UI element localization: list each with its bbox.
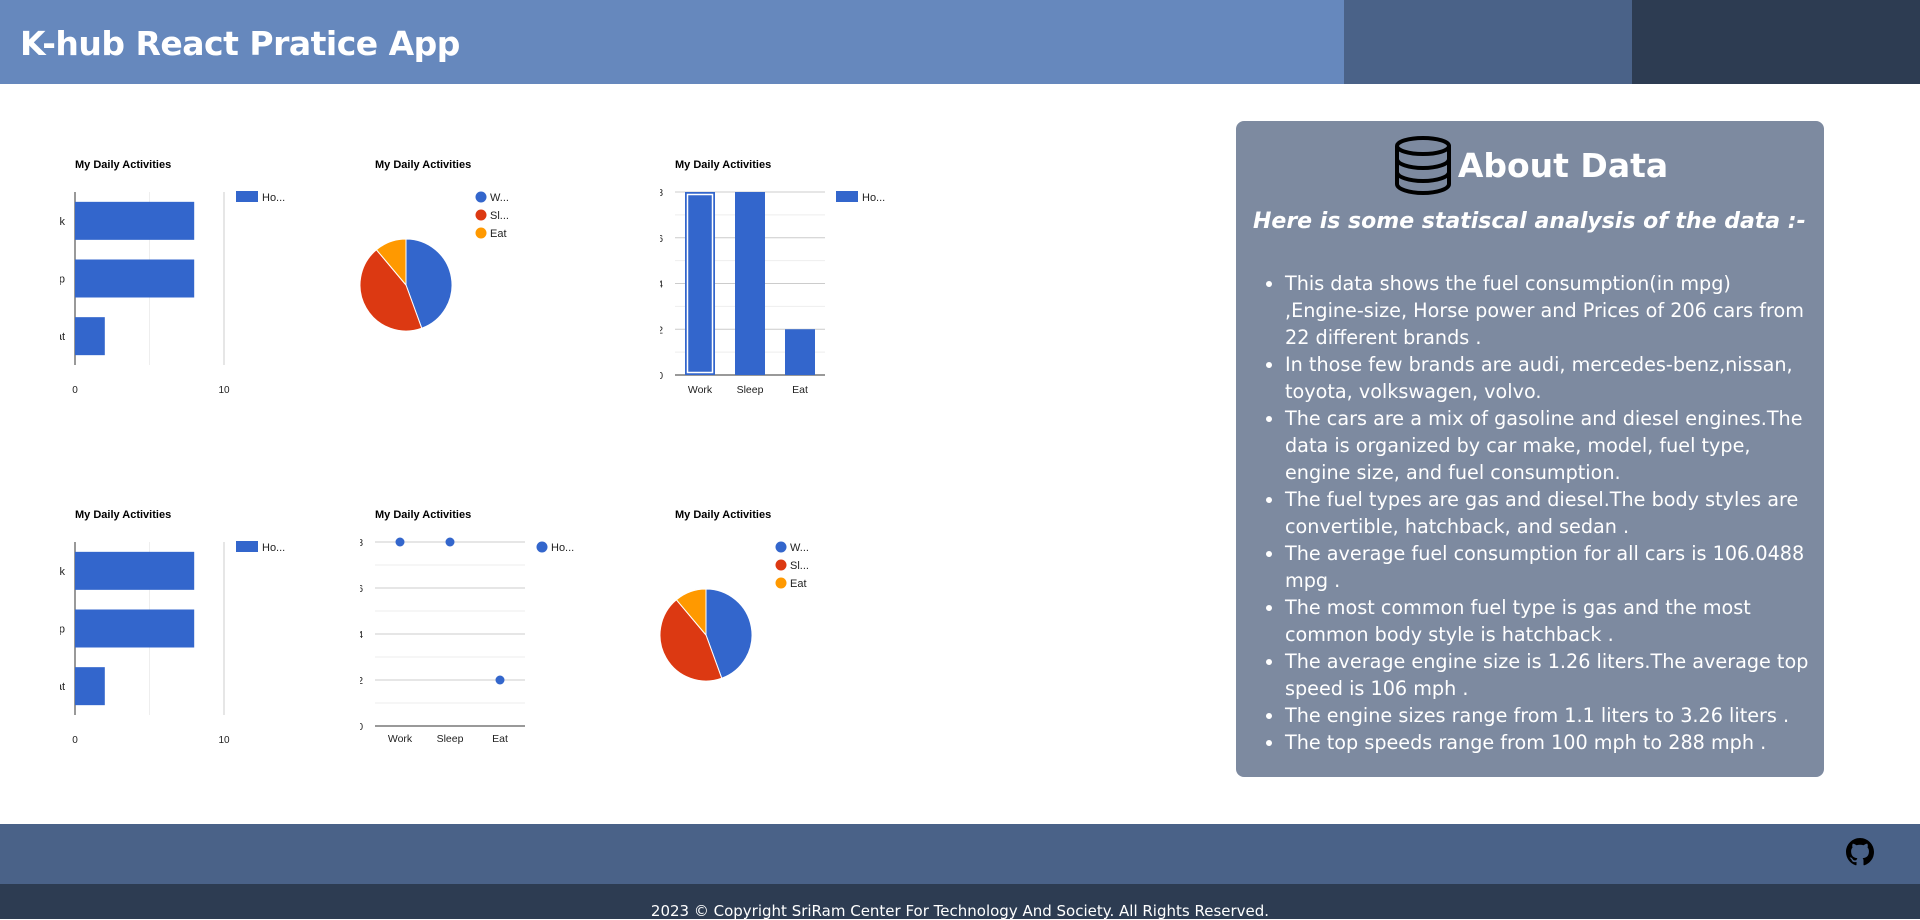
tick-label: 6 bbox=[660, 234, 663, 245]
bar bbox=[75, 551, 195, 590]
about-subtitle: Here is some statiscal analysis of the d… bbox=[1253, 209, 1806, 234]
category-label: Work bbox=[60, 216, 65, 228]
about-data-card: About Data Here is some statiscal analys… bbox=[1236, 121, 1824, 777]
legend-swatch bbox=[475, 227, 487, 239]
legend-label: Ho... bbox=[262, 542, 285, 554]
tick-label: 8 bbox=[660, 188, 663, 199]
legend-label: Eat bbox=[490, 228, 507, 240]
data-point bbox=[395, 537, 405, 547]
legend-swatch bbox=[775, 577, 787, 589]
header-right-segment bbox=[1632, 0, 1920, 84]
copyright-text: 2023 © Copyright SriRam Center For Techn… bbox=[650, 902, 1270, 920]
github-icon[interactable] bbox=[1846, 838, 1874, 866]
category-label: Eat bbox=[60, 331, 65, 343]
about-title: About Data bbox=[1457, 145, 1669, 185]
chart-title: My Daily Activities bbox=[75, 159, 171, 171]
bar-chart-horizontal-2[interactable]: My Daily Activities Work Sleep Eat 0 10 Ho... bbox=[60, 500, 360, 800]
legend-swatch bbox=[536, 541, 548, 553]
category-label: Work bbox=[60, 566, 65, 578]
scatter-chart[interactable]: My Daily Activities 0 2 4 6 8 Work Sleep Eat Ho..… bbox=[360, 500, 660, 800]
tick-label: 10 bbox=[218, 385, 230, 396]
category-label: Work bbox=[388, 733, 413, 745]
tick-label: 4 bbox=[660, 280, 663, 291]
about-list-item: The top speeds range from 100 mph to 288… bbox=[1285, 729, 1815, 756]
legend-label: W... bbox=[790, 542, 809, 554]
pie-chart-1[interactable]: My Daily Activities W... Sl... Eat bbox=[360, 150, 660, 450]
bar bbox=[735, 192, 765, 375]
about-list-item: In those few brands are audi, mercedes-b… bbox=[1285, 351, 1815, 405]
legend-label: W... bbox=[490, 192, 509, 204]
bar bbox=[75, 201, 195, 240]
tick-label: 4 bbox=[360, 630, 363, 641]
legend-label: Ho... bbox=[262, 192, 285, 204]
legend-swatch bbox=[836, 191, 858, 202]
chart-svg: My Daily Activities W... Sl... Eat bbox=[360, 159, 509, 332]
chart-title: My Daily Activities bbox=[375, 509, 471, 521]
bar bbox=[75, 609, 195, 648]
chart-title: My Daily Activities bbox=[675, 159, 771, 171]
header-main-segment: K-hub React Pratice App bbox=[0, 0, 1344, 84]
category-label: Eat bbox=[792, 384, 808, 396]
footer-top-bar bbox=[0, 824, 1920, 884]
bar-chart-horizontal-1[interactable]: My Daily Activities Work Sleep Eat 0 10 Ho... bbox=[60, 150, 360, 450]
tick-label: 0 bbox=[72, 735, 78, 746]
tick-label: 8 bbox=[360, 538, 363, 549]
chart-svg: My Daily Activities W... Sl... Eat bbox=[660, 509, 809, 682]
app-header: K-hub React Pratice App bbox=[0, 0, 1920, 84]
chart-title: My Daily Activities bbox=[75, 509, 171, 521]
legend-label: Sl... bbox=[490, 210, 509, 222]
tick-label: 10 bbox=[218, 735, 230, 746]
database-icon bbox=[1394, 136, 1451, 196]
legend-label: Ho... bbox=[551, 542, 574, 554]
category-label: Sleep bbox=[437, 733, 464, 745]
about-list-item: The engine sizes range from 1.1 liters t… bbox=[1285, 702, 1815, 729]
chart-svg: My Daily Activities 0 2 4 6 8 Work Sleep Eat Ho..… bbox=[660, 159, 885, 396]
legend-label: Eat bbox=[790, 578, 807, 590]
legend-label: Ho... bbox=[862, 192, 885, 204]
about-list-item: The average engine size is 1.26 liters.T… bbox=[1285, 648, 1815, 702]
data-point bbox=[495, 675, 505, 685]
tick-label: 0 bbox=[72, 385, 78, 396]
legend-label: Sl... bbox=[790, 560, 809, 572]
legend-swatch bbox=[775, 559, 787, 571]
chart-svg: My Daily Activities Work Sleep Eat 0 10 Ho... bbox=[60, 509, 285, 746]
legend-swatch bbox=[475, 191, 487, 203]
pie-chart-2[interactable]: My Daily Activities W... Sl... Eat bbox=[660, 500, 960, 800]
tick-label: 2 bbox=[660, 325, 663, 336]
category-label: Work bbox=[688, 384, 713, 396]
chart-title: My Daily Activities bbox=[675, 509, 771, 521]
legend-swatch bbox=[236, 541, 258, 552]
chart-svg: My Daily Activities Work Sleep Eat 0 10 Ho... bbox=[60, 159, 285, 396]
category-label: Eat bbox=[60, 681, 65, 693]
about-list-item: The cars are a mix of gasoline and diese… bbox=[1285, 405, 1815, 486]
category-label: Sleep bbox=[60, 624, 65, 636]
about-list-item: The fuel types are gas and diesel.The bo… bbox=[1285, 486, 1815, 540]
about-header: About Data bbox=[1236, 135, 1824, 196]
chart-title: My Daily Activities bbox=[375, 159, 471, 171]
tick-label: 0 bbox=[660, 371, 663, 382]
about-list-item: This data shows the fuel consumption(in … bbox=[1285, 270, 1815, 351]
category-label: Sleep bbox=[737, 384, 764, 396]
bar bbox=[785, 329, 815, 375]
header-middle-segment bbox=[1344, 0, 1632, 84]
tick-label: 0 bbox=[360, 722, 363, 733]
about-list-item: The average fuel consumption for all car… bbox=[1285, 540, 1815, 594]
bar bbox=[75, 317, 105, 356]
category-label: Eat bbox=[492, 733, 508, 745]
bar-chart-vertical[interactable]: My Daily Activities 0 2 4 6 8 Work Sleep Eat Ho..… bbox=[660, 150, 960, 450]
app-title: K-hub React Pratice App bbox=[20, 24, 460, 63]
category-label: Sleep bbox=[60, 274, 65, 286]
tick-label: 6 bbox=[360, 584, 363, 595]
about-list: This data shows the fuel consumption(in … bbox=[1285, 270, 1815, 756]
chart-svg: My Daily Activities 0 2 4 6 8 Work Sleep Eat Ho..… bbox=[360, 509, 574, 745]
tick-label: 2 bbox=[360, 676, 363, 687]
bar bbox=[685, 192, 715, 375]
bar bbox=[75, 667, 105, 706]
bar bbox=[75, 259, 195, 298]
legend-swatch bbox=[775, 541, 787, 553]
data-point bbox=[445, 537, 455, 547]
legend-swatch bbox=[236, 191, 258, 202]
legend-swatch bbox=[475, 209, 487, 221]
about-list-item: The most common fuel type is gas and the… bbox=[1285, 594, 1815, 648]
